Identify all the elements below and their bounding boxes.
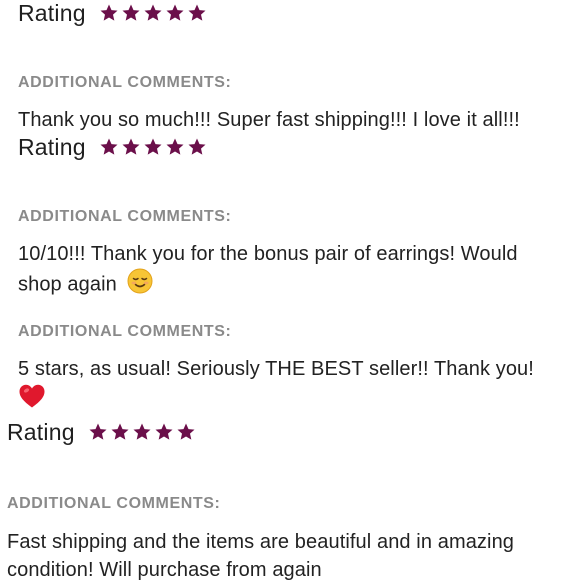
review-comment-line: Fast shipping and the items are beautifu…: [7, 531, 515, 553]
rating-label: Rating: [7, 418, 75, 445]
rating-label: Rating: [18, 0, 86, 26]
rating-row: Rating: [18, 132, 207, 162]
rating-label: Rating: [18, 133, 86, 160]
star-rating: [99, 3, 207, 23]
star-icon: [144, 138, 162, 155]
star-icon: [155, 423, 173, 440]
additional-comments-label: ADDITIONAL COMMENTS:: [18, 323, 232, 340]
star-icon: [144, 4, 162, 21]
red-heart-icon: [19, 384, 45, 408]
smiling-face-icon: [127, 268, 153, 302]
star-icon: [177, 423, 195, 440]
star-icon: [100, 138, 118, 155]
review-comment-line: condition! Will purchase from again: [7, 559, 322, 580]
review-comment: 5 stars, as usual! Seriously THE BEST se…: [18, 358, 534, 380]
additional-comments-label: ADDITIONAL COMMENTS:: [7, 495, 221, 512]
star-icon: [100, 4, 118, 21]
star-icon: [89, 423, 107, 440]
additional-comments-label: ADDITIONAL COMMENTS:: [18, 208, 232, 225]
star-icon: [122, 4, 140, 21]
review-comment-text: shop again: [18, 273, 117, 296]
star-rating: [99, 137, 207, 157]
review-comment-line: 10/10!!! Thank you for the bonus pair of…: [18, 243, 518, 265]
star-icon: [122, 138, 140, 155]
rating-row: Rating: [7, 417, 196, 447]
star-icon: [133, 423, 151, 440]
review-comment-line: shop again: [18, 268, 153, 302]
star-rating: [88, 422, 196, 442]
review-comment: Thank you so much!!! Super fast shipping…: [18, 109, 520, 131]
star-icon: [166, 138, 184, 155]
star-icon: [111, 423, 129, 440]
reviews-page: Rating ADDITIONAL COMMENTS: Thank you so…: [0, 0, 580, 580]
star-icon: [166, 4, 184, 21]
star-icon: [188, 138, 206, 155]
star-icon: [188, 4, 206, 21]
additional-comments-label: ADDITIONAL COMMENTS:: [18, 74, 232, 91]
rating-row: Rating: [18, 0, 207, 28]
